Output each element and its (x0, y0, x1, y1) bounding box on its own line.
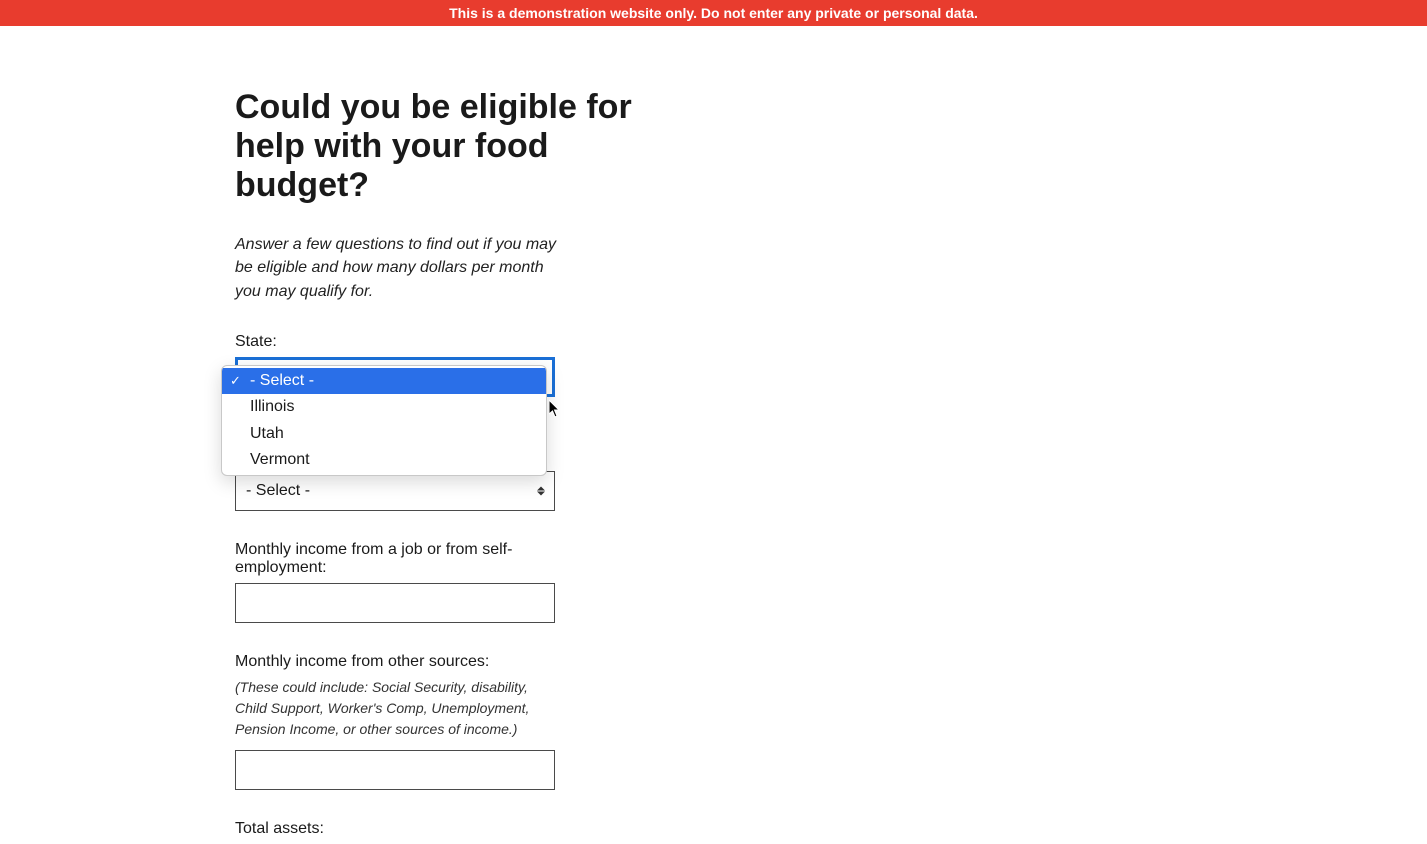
job-income-group: Monthly income from a job or from self-e… (235, 541, 795, 623)
other-income-label: Monthly income from other sources: (235, 653, 795, 671)
state-option-illinois[interactable]: Illinois (222, 394, 546, 420)
state-dropdown: ✓ - Select - Illinois Utah Vermont (221, 365, 547, 477)
option-label: Vermont (250, 451, 310, 468)
option-label: Illinois (250, 398, 294, 415)
intro-text: Answer a few questions to find out if yo… (235, 233, 565, 303)
job-income-label: Monthly income from a job or from self-e… (235, 541, 555, 577)
total-assets-label: Total assets: (235, 820, 795, 838)
state-option-utah[interactable]: Utah (222, 421, 546, 447)
demo-banner: This is a demonstration website only. Do… (0, 0, 1427, 26)
second-select-group: - Select - (235, 471, 795, 511)
page-title: Could you be eligible for help with your… (235, 88, 675, 205)
other-income-hint: (These could include: Social Security, d… (235, 677, 555, 740)
second-select-value: - Select - (246, 482, 310, 500)
state-label: State: (235, 333, 795, 351)
mouse-cursor-icon (549, 400, 563, 418)
state-option-vermont[interactable]: Vermont (222, 447, 546, 473)
form-container: Could you be eligible for help with your… (235, 26, 795, 838)
other-income-group: Monthly income from other sources: (Thes… (235, 653, 795, 790)
state-field-group: State: - Select - ✓ - Select - Illinois … (235, 333, 795, 397)
option-label: - Select - (250, 372, 314, 389)
option-label: Utah (250, 425, 284, 442)
total-assets-group: Total assets: (235, 820, 795, 838)
check-icon: ✓ (230, 372, 241, 390)
other-income-input[interactable] (235, 750, 555, 790)
second-select-wrapper: - Select - (235, 471, 555, 511)
state-option-select[interactable]: ✓ - Select - (222, 368, 546, 394)
demo-banner-text: This is a demonstration website only. Do… (449, 5, 978, 21)
second-select[interactable]: - Select - (235, 471, 555, 511)
job-income-input[interactable] (235, 583, 555, 623)
